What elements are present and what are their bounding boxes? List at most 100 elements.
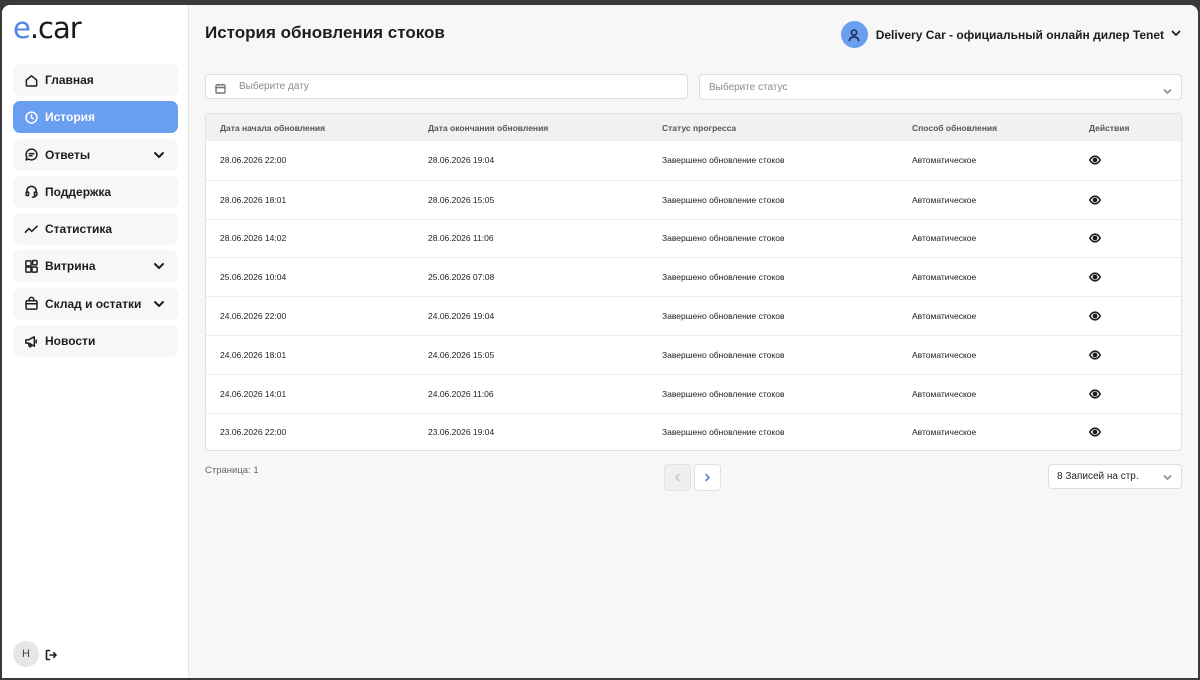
view-icon[interactable] [1088, 426, 1102, 438]
sidebar-item-label: Новости [45, 334, 96, 349]
start-date-cell: 24.06.2026 14:01 [220, 388, 287, 399]
trend-icon [24, 222, 39, 237]
view-icon[interactable] [1088, 232, 1102, 244]
view-icon[interactable] [1088, 194, 1102, 206]
end-date-cell: 28.06.2026 19:04 [428, 155, 495, 166]
table-row: 25.06.2026 10:04 25.06.2026 07:08 Завершен… [206, 257, 1181, 296]
chevron-down-icon [152, 297, 166, 311]
megaphone-icon [24, 334, 39, 349]
chevron-left-icon [675, 473, 680, 482]
table-header: Дата начала обновления Дата окончания об… [206, 114, 1181, 141]
logout-icon[interactable] [45, 648, 57, 661]
method-cell: Автоматическое [912, 155, 977, 166]
bag-icon [24, 296, 39, 311]
end-date-cell: 24.06.2026 11:06 [428, 388, 494, 399]
sidebar-item-label: Склад и остатки [45, 296, 142, 311]
page-title: История обновления стоков [205, 23, 445, 42]
clock-icon [24, 110, 39, 125]
view-icon[interactable] [1088, 349, 1102, 361]
end-date-cell: 24.06.2026 19:04 [428, 311, 495, 322]
logo-e: e [13, 11, 31, 45]
view-icon[interactable] [1088, 310, 1102, 322]
table-body: 28.06.2026 22:00 28.06.2026 19:04 Завершен… [206, 141, 1181, 450]
column-header: Способ обновления [912, 122, 998, 133]
method-cell: Автоматическое [912, 272, 977, 283]
status-cell: Завершено обновление стоков [662, 155, 785, 166]
prev-page-button[interactable] [664, 464, 691, 491]
table-row: 28.06.2026 14:02 28.06.2026 11:06 Завершен… [206, 218, 1181, 258]
app-window: e.car Главная История Ответы Поддержка [2, 5, 1198, 678]
sidebar-item-home[interactable]: Главная [13, 64, 178, 96]
end-date-cell: 28.06.2026 15:05 [428, 194, 495, 205]
start-date-cell: 25.06.2026 10:04 [220, 272, 287, 283]
end-date-cell: 28.06.2026 11:06 [428, 233, 494, 244]
status-select[interactable] [709, 81, 1109, 93]
view-icon[interactable] [1088, 388, 1102, 400]
per-page-value: 8 Записей на стр. [1057, 471, 1139, 482]
status-filter[interactable] [699, 74, 1182, 100]
sidebar-item-label: Статистика [45, 222, 113, 237]
sidebar-item-label: Главная [45, 73, 94, 87]
sidebar-item-history[interactable]: История [13, 101, 178, 134]
date-filter[interactable] [205, 74, 688, 99]
column-header: Дата начала обновления [220, 122, 326, 133]
logo: e .car [13, 11, 82, 45]
dealer-menu[interactable]: Delivery Car - официальный онлайн дилер … [840, 21, 1182, 48]
method-cell: Автоматическое [912, 427, 977, 438]
per-page-select[interactable]: 8 Записей на стр. [1048, 464, 1182, 489]
headset-icon [24, 184, 39, 199]
status-cell: Завершено обновление стоков [662, 233, 785, 244]
sidebar-nav: Главная История Ответы Поддержка Статист… [13, 64, 178, 362]
history-table: Дата начала обновления Дата окончания об… [205, 113, 1182, 451]
method-cell: Автоматическое [912, 194, 977, 205]
method-cell: Автоматическое [912, 349, 977, 360]
sidebar-item-label: Ответы [45, 147, 91, 162]
chevron-down-icon [152, 148, 166, 162]
sidebar-item-label: Витрина [45, 259, 96, 274]
column-header: Дата окончания обновления [428, 122, 549, 133]
avatar[interactable]: Н [13, 641, 39, 667]
table-row: 23.06.2026 22:00 23.06.2026 19:04 Завершен… [206, 412, 1181, 450]
method-cell: Автоматическое [912, 388, 977, 399]
pagination [664, 464, 721, 491]
sidebar-item-showcase[interactable]: Витрина [13, 250, 178, 283]
home-icon [24, 73, 39, 88]
start-date-cell: 28.06.2026 22:00 [220, 155, 287, 166]
status-cell: Завершено обновление стоков [662, 194, 785, 205]
calendar-icon [215, 81, 226, 94]
status-cell: Завершено обновление стоков [662, 388, 785, 399]
chevron-down-icon [152, 259, 166, 273]
sidebar-item-news[interactable]: Новости [13, 325, 178, 358]
status-cell: Завершено обновление стоков [662, 311, 785, 322]
logo-text: .car [29, 11, 82, 45]
next-page-button[interactable] [694, 464, 721, 491]
column-header: Действия [1089, 122, 1130, 133]
start-date-cell: 28.06.2026 14:02 [220, 233, 287, 244]
sidebar-item-support[interactable]: Поддержка [13, 175, 178, 208]
sidebar-item-statistics[interactable]: Статистика [13, 213, 178, 246]
end-date-cell: 25.06.2026 07:08 [428, 272, 495, 283]
method-cell: Автоматическое [912, 311, 977, 322]
start-date-cell: 24.06.2026 22:00 [220, 311, 287, 322]
page-indicator: Страница: 1 [205, 465, 259, 476]
sidebar-item-answers[interactable]: Ответы [13, 138, 178, 171]
table-row: 28.06.2026 18:01 28.06.2026 15:05 Завершен… [206, 179, 1181, 219]
chevron-down-icon [1170, 26, 1182, 44]
dealer-name: Delivery Car - официальный онлайн дилер … [875, 27, 1164, 42]
start-date-cell: 28.06.2026 18:01 [220, 194, 287, 205]
start-date-cell: 24.06.2026 18:01 [220, 349, 287, 360]
view-icon[interactable] [1088, 271, 1102, 283]
date-input[interactable] [239, 81, 639, 92]
sidebar: e.car Главная История Ответы Поддержка [2, 5, 189, 678]
chevron-right-icon [705, 473, 710, 482]
user-icon [840, 21, 868, 48]
view-icon[interactable] [1088, 154, 1102, 166]
sidebar-item-label: История [45, 110, 96, 125]
table-row: 24.06.2026 18:01 24.06.2026 15:05 Завершен… [206, 334, 1181, 374]
chevron-down-icon [1163, 473, 1172, 482]
status-cell: Завершено обновление стоков [662, 349, 785, 360]
chevron-down-icon [1163, 83, 1172, 94]
table-row: 28.06.2026 22:00 28.06.2026 19:04 Завершен… [206, 141, 1181, 180]
sidebar-item-warehouse[interactable]: Склад и остатки [13, 287, 178, 320]
start-date-cell: 23.06.2026 22:00 [220, 427, 287, 438]
